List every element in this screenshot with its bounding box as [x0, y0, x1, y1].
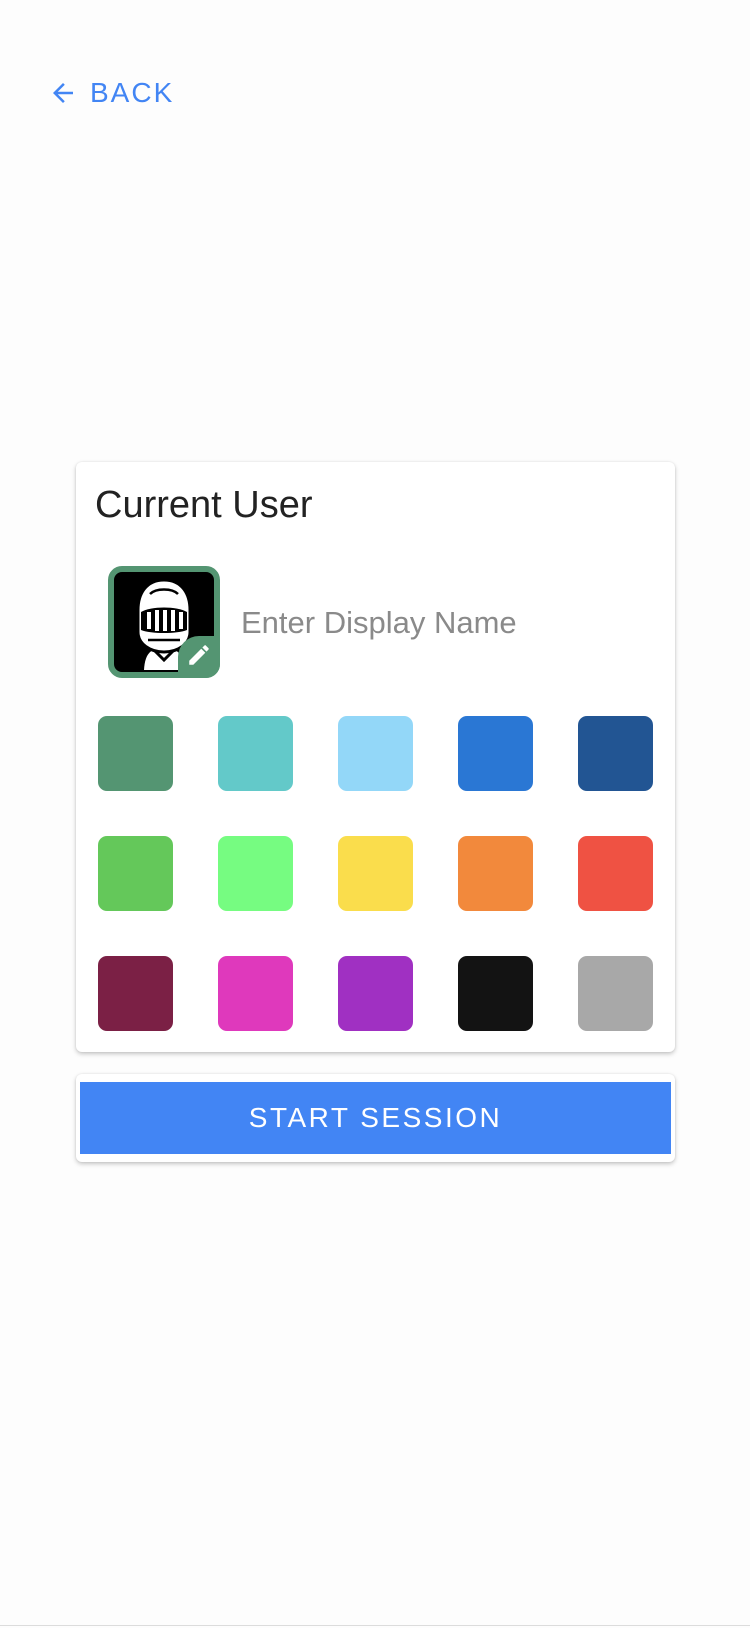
card-title: Current User [95, 484, 313, 526]
pencil-icon [186, 642, 212, 673]
color-swatch-light-green[interactable] [218, 836, 293, 911]
color-swatch-yellow[interactable] [338, 836, 413, 911]
color-swatch-orange[interactable] [458, 836, 533, 911]
color-swatch-black[interactable] [458, 956, 533, 1031]
color-swatch-teal[interactable] [218, 716, 293, 791]
color-swatch-purple[interactable] [338, 956, 413, 1031]
bottom-divider [0, 1625, 750, 1626]
back-button[interactable]: BACK [48, 68, 174, 118]
avatar[interactable] [108, 566, 220, 678]
color-swatch-maroon[interactable] [98, 956, 173, 1031]
color-swatch-sea-green[interactable] [98, 716, 173, 791]
user-card: Current User [76, 462, 675, 1052]
edit-avatar-button[interactable] [178, 636, 220, 678]
color-swatch-red[interactable] [578, 836, 653, 911]
color-palette [98, 716, 653, 1031]
display-name-input[interactable] [241, 598, 631, 648]
start-session-button[interactable]: START SESSION [80, 1082, 671, 1154]
color-swatch-green[interactable] [98, 836, 173, 911]
color-swatch-blue[interactable] [458, 716, 533, 791]
color-swatch-light-sky-blue[interactable] [338, 716, 413, 791]
color-swatch-gray[interactable] [578, 956, 653, 1031]
color-swatch-dark-blue[interactable] [578, 716, 653, 791]
color-swatch-magenta[interactable] [218, 956, 293, 1031]
start-session-container: START SESSION [76, 1074, 675, 1162]
arrow-left-icon [48, 78, 78, 108]
back-label: BACK [90, 77, 175, 108]
